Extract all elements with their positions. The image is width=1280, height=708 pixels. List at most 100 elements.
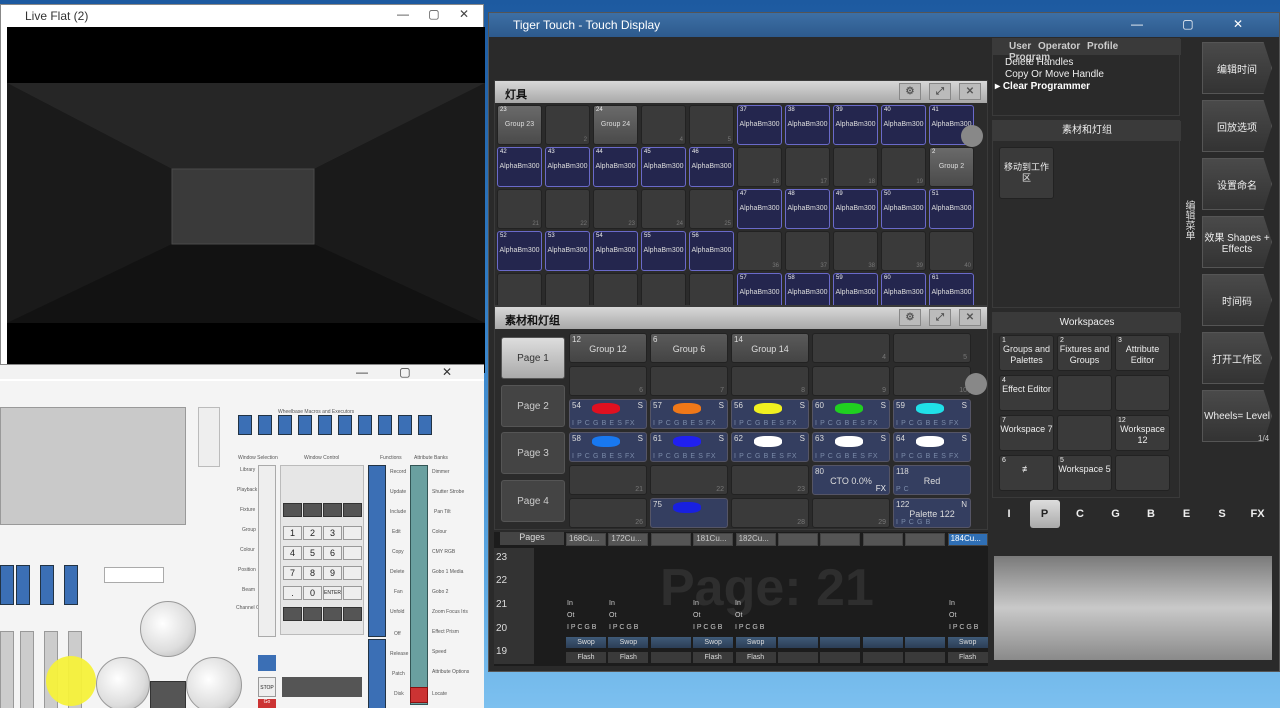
palette-cell[interactable]: 61 S I P C G B E S FX bbox=[650, 432, 728, 462]
fixture-cell[interactable]: 19 bbox=[881, 147, 926, 187]
palette-cell[interactable]: 10 bbox=[893, 366, 971, 396]
key-5[interactable]: 5 bbox=[303, 546, 322, 560]
fader-button[interactable] bbox=[0, 565, 14, 605]
scroll-wheel[interactable] bbox=[140, 601, 196, 657]
swop-button[interactable]: Swop bbox=[608, 637, 649, 648]
key-4[interactable]: 4 bbox=[283, 546, 302, 560]
fixture-cell[interactable]: 59 AlphaBm300 bbox=[833, 273, 878, 305]
attribute-c-button[interactable]: C bbox=[1065, 500, 1095, 528]
swop-button[interactable]: Swop bbox=[693, 637, 734, 648]
flash-button[interactable]: Flash bbox=[566, 652, 606, 663]
palette-cell[interactable]: 63 S I P C G B E S FX bbox=[812, 432, 890, 462]
attribute-s-button[interactable]: S bbox=[1207, 500, 1237, 528]
palette-cell[interactable]: 14 Group 14 bbox=[731, 333, 809, 363]
palette-cell[interactable]: 54 S I P C G B E S FX bbox=[569, 399, 647, 429]
control-key[interactable] bbox=[283, 503, 302, 517]
move-to-workspace-button[interactable]: 移动到工作区 bbox=[999, 147, 1054, 199]
fixture-cell[interactable]: 40 AlphaBm300 bbox=[881, 105, 926, 145]
fixture-cell[interactable]: 21 bbox=[497, 189, 542, 229]
workspace-cell[interactable] bbox=[1115, 375, 1170, 411]
fixture-cell[interactable]: 47 AlphaBm300 bbox=[737, 189, 782, 229]
workspace-cell[interactable] bbox=[1057, 415, 1112, 451]
workspace-cell[interactable]: 5 Workspace 5 bbox=[1057, 455, 1112, 491]
palette-cell[interactable]: 64 S I P C G B E S FX bbox=[893, 432, 971, 462]
fixture-cell[interactable]: 51 AlphaBm300 bbox=[929, 189, 974, 229]
menu-item-copy-move[interactable]: Copy Or Move Handle bbox=[1005, 69, 1104, 80]
fixture-cell[interactable]: 58 AlphaBm300 bbox=[785, 273, 830, 305]
fixture-cell[interactable]: 60 AlphaBm300 bbox=[881, 273, 926, 305]
playback-tab[interactable] bbox=[862, 533, 903, 546]
key-2[interactable]: 2 bbox=[303, 526, 322, 540]
window-select-keys[interactable] bbox=[258, 465, 276, 637]
palette-cell[interactable]: 57 S I P C G B E S FX bbox=[650, 399, 728, 429]
fixture-cell[interactable]: 53 AlphaBm300 bbox=[545, 231, 590, 271]
right-menu-button[interactable]: 时间码 bbox=[1202, 274, 1272, 326]
fixture-cell[interactable]: 46 AlphaBm300 bbox=[689, 147, 734, 187]
swop-button[interactable] bbox=[820, 637, 861, 648]
flash-button[interactable]: Flash bbox=[693, 652, 734, 663]
fader-button[interactable] bbox=[16, 565, 30, 605]
control-key[interactable] bbox=[343, 503, 362, 517]
page-list[interactable]: 23 22 21 20 19 bbox=[494, 548, 534, 664]
flash-button[interactable]: Flash bbox=[735, 652, 776, 663]
palette-cell[interactable]: 80 CTO 0.0% FX bbox=[812, 465, 890, 495]
palette-cell[interactable]: 6 bbox=[569, 366, 647, 396]
fixture-cell[interactable]: 45 AlphaBm300 bbox=[641, 147, 686, 187]
fixture-cell[interactable]: 18 bbox=[833, 147, 878, 187]
palette-cell[interactable]: 59 S I P C G B E S FX bbox=[893, 399, 971, 429]
not-key[interactable] bbox=[343, 607, 362, 621]
settings-icon[interactable]: ⚙ bbox=[899, 83, 921, 100]
playback-tab[interactable] bbox=[650, 533, 691, 546]
right-menu-button[interactable]: 编辑时间 bbox=[1202, 42, 1272, 94]
fixture-cell[interactable]: 2 Group 2 bbox=[929, 147, 974, 187]
fixture-cell[interactable]: 23 bbox=[593, 189, 638, 229]
playback-tab[interactable] bbox=[905, 533, 946, 546]
workspace-cell[interactable]: 12 Workspace 12 bbox=[1115, 415, 1170, 451]
fixture-cell[interactable] bbox=[497, 273, 542, 305]
right-menu-button[interactable]: 设置命名 bbox=[1202, 158, 1272, 210]
executor-button[interactable] bbox=[358, 415, 372, 435]
key-0[interactable]: 0 bbox=[303, 586, 322, 600]
side-keys[interactable] bbox=[198, 407, 220, 467]
palette-cell[interactable]: 26 bbox=[569, 498, 647, 528]
playback-tab[interactable]: 168Cu... bbox=[566, 533, 606, 546]
function-key-column-lower[interactable] bbox=[368, 639, 386, 708]
attribute-g-button[interactable]: G bbox=[1101, 500, 1131, 528]
palette-cell[interactable]: 8 bbox=[731, 366, 809, 396]
fixture-cell[interactable]: 56 AlphaBm300 bbox=[689, 231, 734, 271]
playback-keys[interactable] bbox=[282, 677, 362, 697]
fixture-cell[interactable]: 17 bbox=[785, 147, 830, 187]
close-icon[interactable]: ✕ bbox=[959, 309, 981, 326]
palette-cell[interactable]: 6 Group 6 bbox=[650, 333, 728, 363]
fixture-cell[interactable]: 57 AlphaBm300 bbox=[737, 273, 782, 305]
fader-button[interactable] bbox=[40, 565, 54, 605]
key-9[interactable]: 9 bbox=[323, 566, 342, 580]
page-3-button[interactable]: Page 3 bbox=[501, 432, 565, 474]
fixture-cell[interactable]: 25 bbox=[689, 189, 734, 229]
executor-button[interactable] bbox=[378, 415, 392, 435]
fixture-cell[interactable]: 40 bbox=[929, 231, 974, 271]
workspace-cell[interactable]: 2 Fixtures and Groups bbox=[1057, 335, 1112, 371]
fixture-cell[interactable]: 55 AlphaBm300 bbox=[641, 231, 686, 271]
fixture-cell[interactable]: 43 AlphaBm300 bbox=[545, 147, 590, 187]
executor-button[interactable] bbox=[298, 415, 312, 435]
key-time[interactable] bbox=[343, 546, 362, 560]
key-7[interactable]: 7 bbox=[283, 566, 302, 580]
palette-cell[interactable]: 28 bbox=[731, 498, 809, 528]
key-at[interactable] bbox=[343, 586, 362, 600]
fixture-cell[interactable]: 37 bbox=[785, 231, 830, 271]
tab-operator[interactable]: Operator bbox=[1038, 41, 1080, 52]
palette-cell[interactable]: 122 N Palette 122 I P C G B bbox=[893, 498, 971, 528]
palette-cell[interactable]: 21 bbox=[569, 465, 647, 495]
workspace-cell[interactable]: 1 Groups and Palettes bbox=[999, 335, 1054, 371]
go-button[interactable]: Go bbox=[258, 699, 276, 708]
fixture-cell[interactable]: 5 bbox=[689, 105, 734, 145]
palette-cell[interactable]: 56 S I P C G B E S FX bbox=[731, 399, 809, 429]
key-clear2[interactable] bbox=[343, 566, 362, 580]
menu-item-delete-handles[interactable]: Delete Handles bbox=[1005, 57, 1073, 68]
key-enter[interactable]: ENTER bbox=[323, 586, 342, 600]
executor-button[interactable] bbox=[318, 415, 332, 435]
fixture-cell[interactable]: 52 AlphaBm300 bbox=[497, 231, 542, 271]
workspace-cell[interactable]: 6 ≢ bbox=[999, 455, 1054, 491]
executor-button[interactable] bbox=[278, 415, 292, 435]
